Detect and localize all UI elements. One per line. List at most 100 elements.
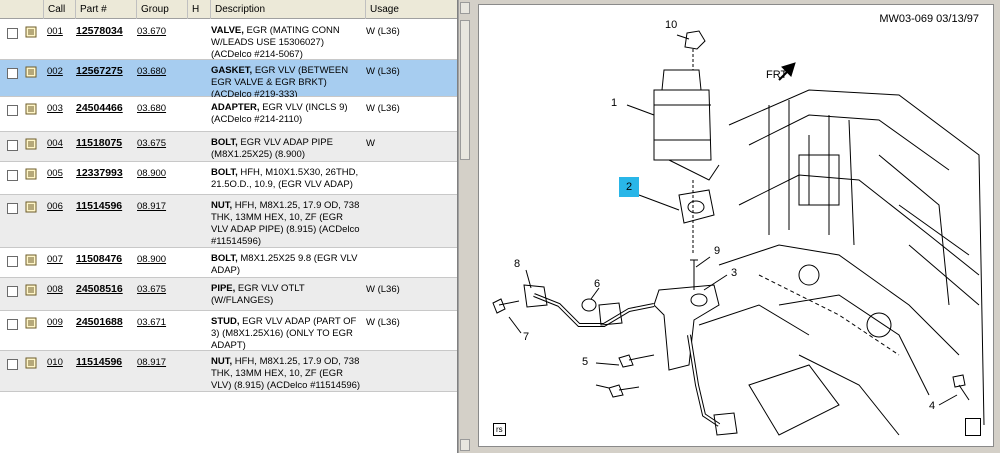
table-row[interactable]: 009 24501688 03.671 STUD, EGR VLV ADAP (PAR… — [0, 311, 457, 352]
document-icon[interactable] — [25, 168, 37, 180]
part-number-link[interactable]: 24504466 — [76, 102, 123, 114]
table-row[interactable]: 004 11518075 03.675 BOLT, EGR VLV ADAP PIPE… — [0, 132, 457, 162]
callout-6[interactable]: 6 — [594, 278, 600, 290]
callout-3[interactable]: 3 — [731, 267, 737, 279]
part-number-link[interactable]: 24501688 — [76, 316, 123, 328]
table-row[interactable]: 005 12337993 08.900 BOLT, HFH, M10X1.5X30, … — [0, 162, 457, 195]
header-call[interactable]: Call — [44, 0, 76, 19]
group-link[interactable]: 08.900 — [137, 168, 166, 179]
table-header: Call Part # Group H Description Usage — [0, 0, 457, 19]
document-icon[interactable] — [25, 317, 37, 329]
row-checkbox[interactable] — [7, 140, 18, 151]
callout-1[interactable]: 1 — [611, 97, 617, 109]
row-checkbox[interactable] — [7, 203, 18, 214]
print-icon[interactable] — [965, 418, 981, 436]
usage-text: W — [366, 138, 375, 149]
call-number-link[interactable]: 002 — [47, 66, 63, 77]
document-icon[interactable] — [25, 103, 37, 115]
description-title: BOLT, — [211, 167, 238, 178]
row-checkbox[interactable] — [7, 28, 18, 39]
row-checkbox[interactable] — [7, 319, 18, 330]
call-number-link[interactable]: 004 — [47, 138, 63, 149]
table-row[interactable]: 003 24504466 03.680 ADAPTER, EGR VLV (INCLS… — [0, 97, 457, 132]
part-description: BOLT, M8X1.25X25 9.8 (EGR VLV ADAP) — [211, 253, 361, 277]
callout-9[interactable]: 9 — [714, 245, 720, 257]
part-description: GASKET, EGR VLV (BETWEEN EGR VALVE & EGR… — [211, 65, 361, 101]
usage-text: W (L36) — [366, 317, 400, 328]
header-usage[interactable]: Usage — [366, 0, 457, 19]
header-blank — [0, 0, 44, 19]
part-description: BOLT, EGR VLV ADAP PIPE (M8X1.25X25) (8.… — [211, 137, 361, 161]
document-icon[interactable] — [25, 66, 37, 78]
scroll-down-arrow[interactable] — [460, 439, 470, 451]
callout-8[interactable]: 8 — [514, 258, 520, 270]
row-checkbox[interactable] — [7, 68, 18, 79]
call-number-link[interactable]: 009 — [47, 317, 63, 328]
part-description: NUT, HFH, M8X1.25, 17.9 OD, 738 THK, 13M… — [211, 356, 361, 392]
callout-7[interactable]: 7 — [523, 331, 529, 343]
description-text: HFH, M8X1.25, 17.9 OD, 738 THK, 13MM HEX… — [211, 200, 360, 247]
table-row[interactable]: 010 11514596 08.917 NUT, HFH, M8X1.25, 17.9… — [0, 351, 457, 392]
group-link[interactable]: 08.917 — [137, 201, 166, 212]
callout-4[interactable]: 4 — [929, 400, 935, 412]
row-checkbox[interactable] — [7, 286, 18, 297]
part-number-link[interactable]: 12567275 — [76, 65, 123, 77]
parts-table-panel: Call Part # Group H Description Usage 00… — [0, 0, 458, 453]
document-icon[interactable] — [25, 284, 37, 296]
part-number-link[interactable]: 11508476 — [76, 253, 122, 265]
header-description[interactable]: Description — [211, 0, 366, 19]
table-row[interactable]: 008 24508516 03.675 PIPE, EGR VLV OTLT (W/F… — [0, 278, 457, 311]
call-number-link[interactable]: 006 — [47, 201, 63, 212]
callout-2[interactable]: 2 — [619, 177, 639, 197]
row-checkbox[interactable] — [7, 170, 18, 181]
group-link[interactable]: 08.917 — [137, 357, 166, 368]
part-number-link[interactable]: 12337993 — [76, 167, 123, 179]
row-checkbox[interactable] — [7, 359, 18, 370]
part-number-link[interactable]: 11514596 — [76, 356, 122, 368]
table-row[interactable]: 007 11508476 08.900 BOLT, M8X1.25X25 9.8 (E… — [0, 248, 457, 278]
part-description: STUD, EGR VLV ADAP (PART OF 3) (M8X1.25X… — [211, 316, 361, 352]
call-number-link[interactable]: 007 — [47, 254, 63, 265]
group-link[interactable]: 08.900 — [137, 254, 166, 265]
description-title: NUT, — [211, 200, 233, 211]
call-number-link[interactable]: 010 — [47, 357, 63, 368]
description-text: HFH, M8X1.25, 17.9 OD, 738 THK, 13MM HEX… — [211, 356, 361, 391]
table-row[interactable]: 001 12578034 03.670 VALVE, EGR (MATING CONN… — [0, 20, 457, 61]
scroll-thumb[interactable] — [460, 20, 470, 160]
callout-10[interactable]: 10 — [665, 19, 677, 31]
header-part[interactable]: Part # — [76, 0, 137, 19]
group-link[interactable]: 03.670 — [137, 26, 166, 37]
header-group[interactable]: Group — [137, 0, 188, 19]
description-title: BOLT, — [211, 253, 238, 264]
scroll-up-arrow[interactable] — [460, 2, 470, 14]
call-number-link[interactable]: 005 — [47, 168, 63, 179]
row-checkbox[interactable] — [7, 105, 18, 116]
document-icon[interactable] — [25, 357, 37, 369]
callout-5[interactable]: 5 — [582, 356, 588, 368]
part-number-link[interactable]: 12578034 — [76, 25, 123, 37]
part-description: VALVE, EGR (MATING CONN W/LEADS USE 1530… — [211, 25, 361, 61]
part-description: PIPE, EGR VLV OTLT (W/FLANGES) — [211, 283, 361, 307]
parts-diagram[interactable]: MW03-069 03/13/97 FRT 1 2 3 4 5 6 7 8 9 … — [478, 4, 994, 447]
document-icon[interactable] — [25, 26, 37, 38]
group-link[interactable]: 03.680 — [137, 66, 166, 77]
call-number-link[interactable]: 003 — [47, 103, 63, 114]
row-checkbox[interactable] — [7, 256, 18, 267]
call-number-link[interactable]: 001 — [47, 26, 63, 37]
group-link[interactable]: 03.671 — [137, 317, 166, 328]
call-number-link[interactable]: 008 — [47, 284, 63, 295]
part-number-link[interactable]: 11518075 — [76, 137, 122, 149]
group-link[interactable]: 03.675 — [137, 138, 166, 149]
table-row[interactable]: 006 11514596 08.917 NUT, HFH, M8X1.25, 17.9… — [0, 195, 457, 248]
header-h[interactable]: H — [188, 0, 211, 19]
vertical-scrollbar[interactable] — [458, 0, 470, 453]
group-link[interactable]: 03.680 — [137, 103, 166, 114]
table-row[interactable]: 002 12567275 03.680 GASKET, EGR VLV (BETWEE… — [0, 60, 457, 100]
part-number-link[interactable]: 24508516 — [76, 283, 123, 295]
description-title: BOLT, — [211, 137, 238, 148]
part-number-link[interactable]: 11514596 — [76, 200, 122, 212]
document-icon[interactable] — [25, 201, 37, 213]
document-icon[interactable] — [25, 138, 37, 150]
group-link[interactable]: 03.675 — [137, 284, 166, 295]
document-icon[interactable] — [25, 254, 37, 266]
